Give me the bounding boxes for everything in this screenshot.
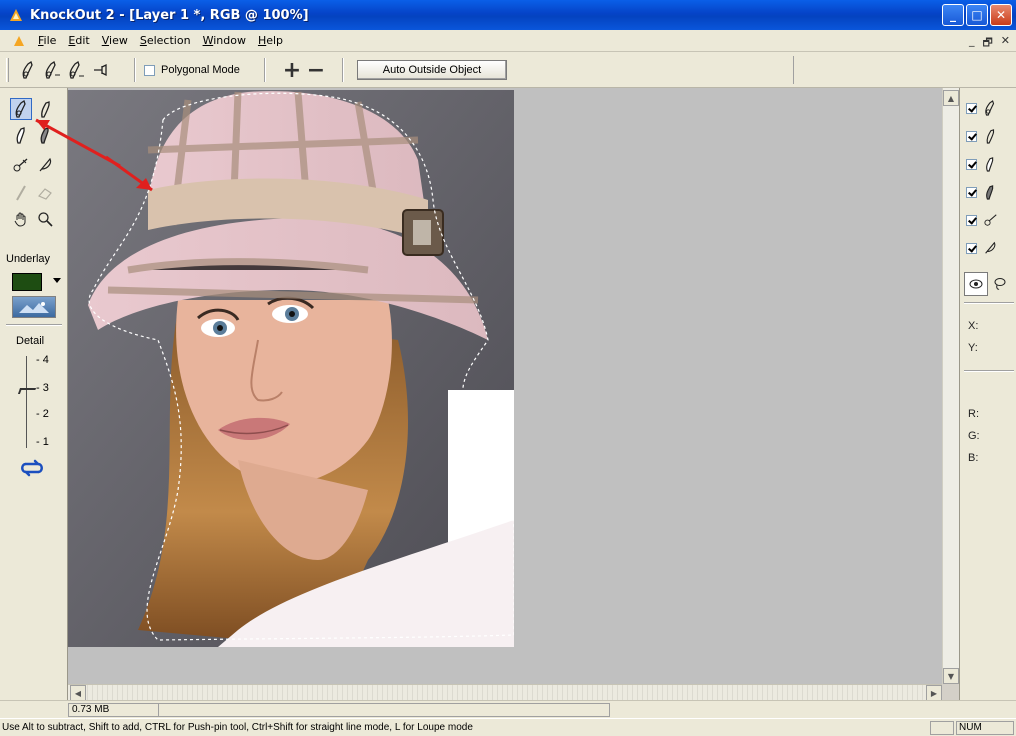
y-coordinate-label: Y: [968, 342, 978, 354]
panel-divider [964, 302, 1014, 304]
blue-value-label: B: [968, 452, 979, 464]
panel-divider [6, 324, 62, 326]
layer-toggle-inside-brush[interactable] [966, 154, 1012, 174]
horizontal-scrollbar[interactable]: ◀ ▶ [68, 684, 942, 701]
layer-toggle-outside-brush[interactable] [966, 182, 1012, 202]
detail-tick-3: - 3 [36, 382, 49, 394]
auto-outside-object-button[interactable]: Auto Outside Object [357, 60, 507, 80]
feather-icon [983, 241, 997, 255]
canvas-area[interactable] [35, 88, 942, 684]
scroll-right-icon[interactable]: ▶ [926, 685, 942, 701]
visibility-checkbox[interactable] [966, 102, 977, 114]
vertical-scrollbar[interactable]: ▲ ▼ [942, 88, 959, 684]
scroll-up-icon[interactable]: ▲ [943, 90, 959, 106]
visibility-checkbox[interactable] [966, 214, 977, 226]
scroll-down-icon[interactable]: ▼ [943, 668, 959, 684]
outside-brush-icon [983, 184, 997, 200]
detail-tick-2: - 2 [36, 408, 49, 420]
visibility-checkbox[interactable] [966, 130, 977, 142]
layer-toggle-recovery[interactable] [966, 210, 1012, 230]
visibility-panel: X: Y: R: G: B: [959, 88, 1016, 700]
detail-label: Detail [16, 335, 45, 347]
status-bar: Use Alt to subtract, Shift to add, CTRL … [0, 718, 1016, 736]
detail-slider-thumb[interactable] [17, 388, 37, 394]
scroll-left-icon[interactable]: ◀ [70, 685, 86, 701]
mdi-minimize-button[interactable]: _ [969, 34, 975, 53]
annotation-arrow [35, 118, 153, 192]
toolbar-separator [342, 58, 344, 82]
num-lock-indicator: NUM [956, 721, 1014, 735]
visibility-checkbox[interactable] [966, 186, 977, 198]
layer-toggle-outside-object[interactable] [966, 126, 1012, 146]
outside-object-icon [983, 128, 997, 144]
swap-icon[interactable] [18, 458, 46, 480]
maximize-button[interactable]: □ [966, 4, 988, 26]
red-value-label: R: [968, 408, 979, 420]
x-coordinate-label: X: [968, 320, 979, 332]
toolbar-divider [793, 56, 794, 84]
panel-divider [964, 370, 1014, 372]
detail-tick-1: - 1 [36, 436, 49, 448]
progress-area [158, 703, 610, 717]
recovery-icon [983, 213, 999, 227]
visibility-checkbox[interactable] [966, 158, 977, 170]
status-cell-empty [930, 721, 954, 735]
view-mode-group [964, 272, 1012, 296]
memory-usage: 0.73 MB [68, 703, 158, 717]
layer-toggle-feather[interactable] [966, 238, 1012, 258]
inside-object-icon [983, 100, 997, 116]
mdi-close-button[interactable]: ✕ [1001, 34, 1010, 53]
status-hint: Use Alt to subtract, Shift to add, CTRL … [2, 722, 473, 733]
minus-button[interactable]: − [304, 58, 328, 83]
mdi-restore-button[interactable]: 🗗 [982, 34, 992, 53]
visibility-checkbox[interactable] [966, 242, 977, 254]
inside-brush-icon [983, 156, 997, 172]
memory-bar: 0.73 MB [0, 700, 1016, 718]
green-value-label: G: [968, 430, 980, 442]
minimize-button[interactable]: _ [942, 4, 964, 26]
detail-tick-4: - 4 [36, 354, 49, 366]
lasso-icon[interactable] [988, 272, 1012, 296]
eye-icon[interactable] [964, 272, 988, 296]
layer-toggle-inside-object[interactable] [966, 98, 1012, 118]
close-button[interactable]: ✕ [990, 4, 1012, 26]
detail-slider-track[interactable] [26, 356, 27, 448]
